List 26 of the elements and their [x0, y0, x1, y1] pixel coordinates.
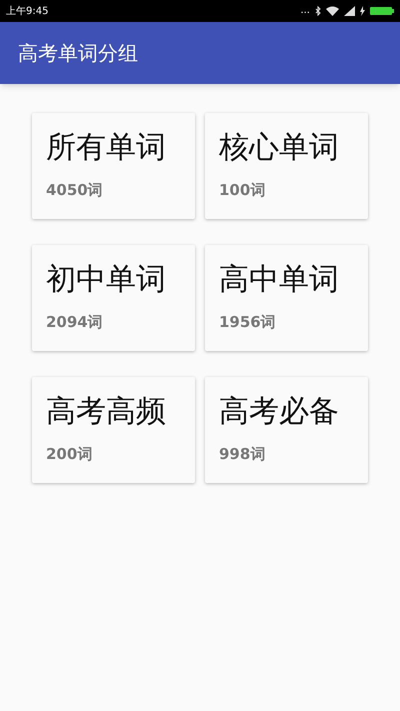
word-count: 200词 [46, 444, 94, 465]
group-name: 所有单词 [46, 129, 167, 167]
group-card[interactable]: 所有单词 4050词 [32, 113, 195, 219]
wifi-icon [326, 6, 339, 16]
status-time: 上午9:45 [6, 4, 48, 18]
group-card[interactable]: 初中单词 2094词 [32, 245, 195, 351]
signal-icon [344, 6, 355, 16]
word-count: 998词 [219, 444, 266, 465]
group-card[interactable]: 核心单词 100词 [205, 113, 368, 219]
battery-icon [370, 6, 394, 16]
group-name: 高考必备 [219, 393, 340, 431]
word-count: 2094词 [46, 312, 104, 333]
group-card[interactable]: 高考高频 200词 [32, 377, 195, 483]
group-card[interactable]: 高中单词 1956词 [205, 245, 368, 351]
app-title: 高考单词分组 [18, 40, 138, 67]
group-name: 核心单词 [219, 129, 340, 167]
group-name: 初中单词 [46, 261, 167, 299]
group-card[interactable]: 高考必备 998词 [205, 377, 368, 483]
group-name: 高考高频 [46, 393, 167, 431]
word-count: 1956词 [219, 312, 277, 333]
group-name: 高中单词 [219, 261, 340, 299]
word-count: 100词 [219, 180, 266, 201]
word-count: 4050词 [46, 180, 104, 201]
charging-icon [360, 6, 365, 16]
notification-dots: ... [300, 6, 310, 16]
bluetooth-icon [315, 6, 321, 16]
